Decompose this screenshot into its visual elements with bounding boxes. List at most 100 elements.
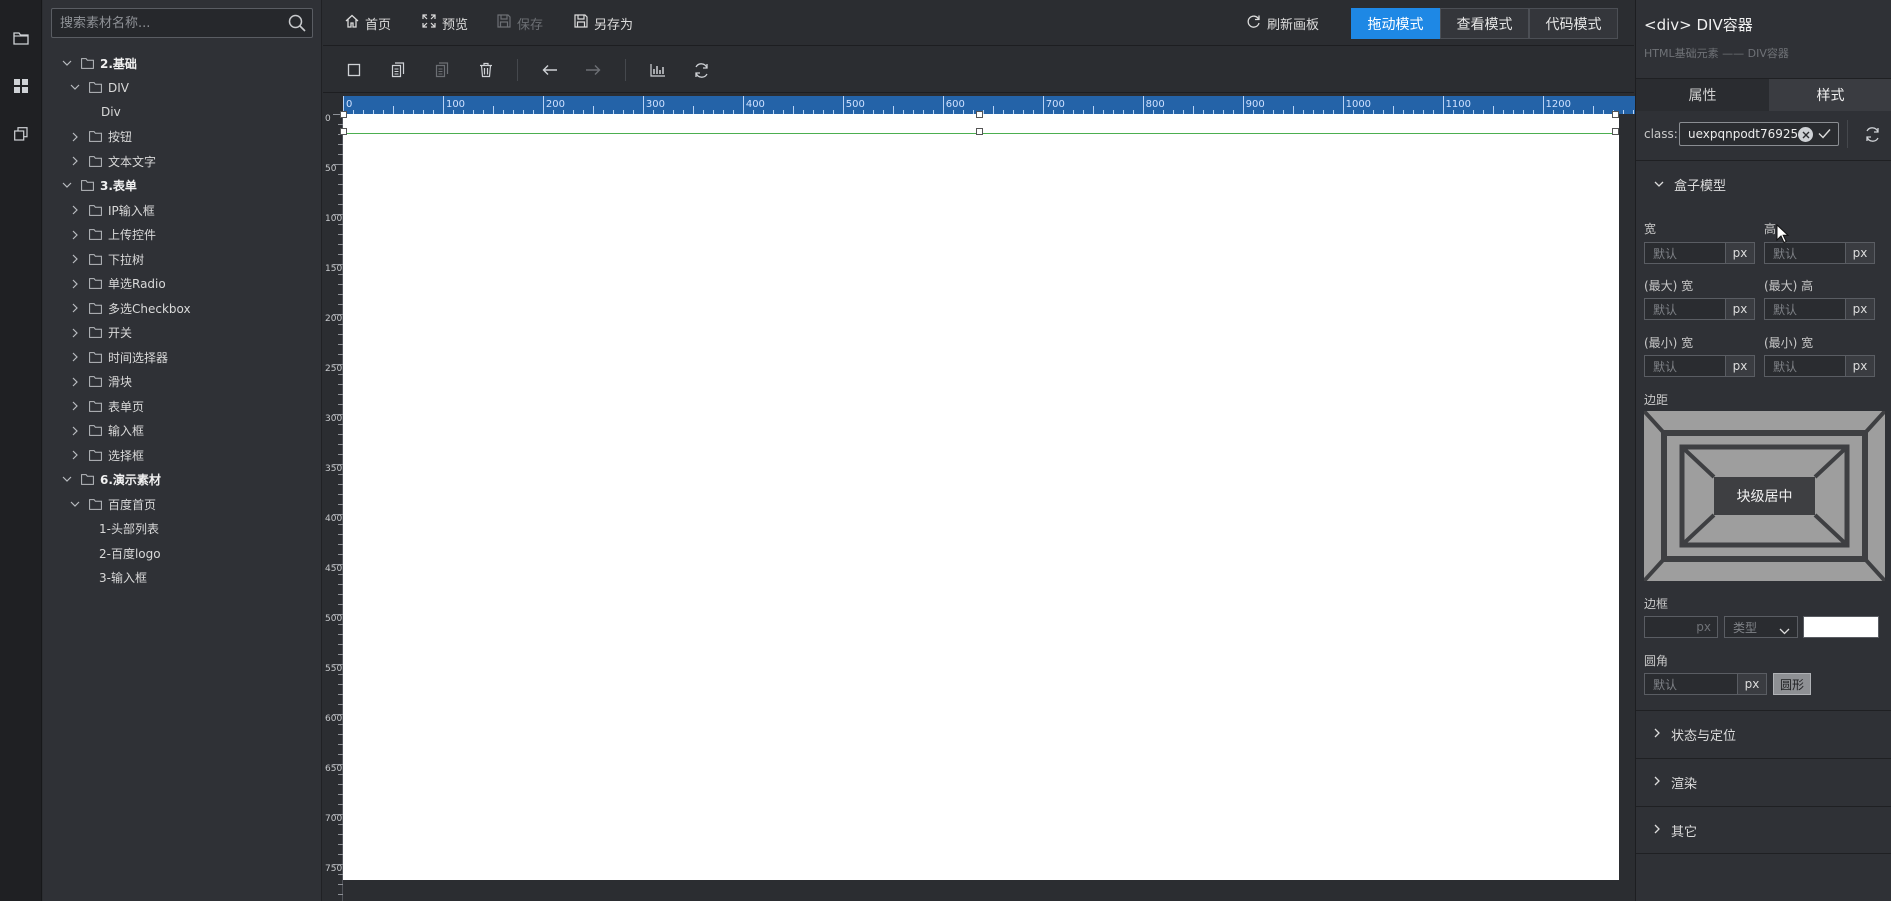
tab-style[interactable]: 样式	[1769, 79, 1891, 111]
chevron-down-icon[interactable]	[60, 179, 74, 193]
tree-folder-item[interactable]: 按钮	[68, 127, 132, 147]
tree-folder-item[interactable]: 多选Checkbox	[68, 298, 191, 318]
chevron-right-icon[interactable]	[68, 399, 82, 413]
width-input[interactable]: 默认	[1644, 242, 1726, 264]
min-width-unit[interactable]: px	[1725, 355, 1755, 377]
chevron-right-icon[interactable]	[68, 154, 82, 168]
chevron-right-icon[interactable]	[68, 375, 82, 389]
search-icon[interactable]	[288, 14, 306, 36]
tree-folder-item[interactable]: 开关	[68, 323, 132, 343]
resize-handle[interactable]	[340, 128, 347, 135]
tree-group[interactable]: 2.基础	[60, 53, 137, 73]
chart-icon[interactable]	[648, 60, 668, 80]
tree-folder-item[interactable]: 滑块	[68, 372, 132, 392]
width-unit[interactable]: px	[1725, 242, 1755, 264]
tree-folder-item[interactable]: 时间选择器	[68, 347, 168, 367]
clear-icon[interactable]	[1798, 127, 1813, 142]
tree-leaf-item[interactable]: 2-百度logo	[99, 543, 161, 563]
min-width-input[interactable]: 默认	[1644, 355, 1726, 377]
layers-icon[interactable]	[11, 124, 31, 144]
fullscreen-icon	[422, 14, 436, 32]
margin-padding-editor[interactable]: 块级居中	[1642, 409, 1887, 583]
tree-group[interactable]: 6.演示素材	[60, 470, 161, 490]
tree-folder-item[interactable]: 上传控件	[68, 225, 156, 245]
other-section[interactable]: 其它	[1636, 806, 1891, 854]
tree-leaf-item[interactable]: Div	[101, 102, 121, 122]
refresh-canvas-button[interactable]: 刷新画板	[1246, 12, 1319, 34]
square-icon[interactable]	[344, 60, 364, 80]
tree-folder-item[interactable]: 选择框	[68, 445, 144, 465]
refresh-icon[interactable]	[691, 60, 711, 80]
chevron-right-icon[interactable]	[68, 203, 82, 217]
search-input[interactable]	[52, 9, 280, 37]
chevron-right-icon[interactable]	[68, 228, 82, 242]
save-button[interactable]: 保存	[497, 12, 543, 34]
check-icon[interactable]	[1818, 128, 1831, 143]
tree-folder-item[interactable]: 文本文字	[68, 151, 156, 171]
center-block-button[interactable]: 块级居中	[1714, 477, 1815, 515]
refresh-class-icon[interactable]	[1864, 126, 1881, 147]
tree-folder-item[interactable]: 输入框	[68, 421, 144, 441]
tree-folder-item[interactable]: 下拉树	[68, 249, 144, 269]
chevron-right-icon[interactable]	[68, 130, 82, 144]
max-width-input[interactable]: 默认	[1644, 298, 1726, 320]
chevron-right-icon[interactable]	[68, 326, 82, 340]
tree-folder-item[interactable]: 单选Radio	[68, 274, 166, 294]
border-color-picker[interactable]	[1803, 616, 1879, 638]
preview-button[interactable]: 预览	[422, 12, 468, 34]
chevron-right-icon[interactable]	[68, 301, 82, 315]
class-tag-input[interactable]: uexpqnpodt76925(	[1679, 122, 1839, 146]
min-height-input[interactable]: 默认	[1764, 355, 1846, 377]
redo-arrow-icon[interactable]	[583, 60, 603, 80]
min-height-unit[interactable]: px	[1845, 355, 1875, 377]
grid-icon[interactable]	[11, 76, 31, 96]
height-unit[interactable]: px	[1845, 242, 1875, 264]
state-position-section[interactable]: 状态与定位	[1636, 710, 1891, 758]
undo-arrow-icon[interactable]	[540, 60, 560, 80]
resize-handle[interactable]	[976, 128, 983, 135]
chevron-down-icon[interactable]	[68, 81, 82, 95]
folder-icon[interactable]	[11, 28, 31, 48]
box-model-header[interactable]: 盒子模型	[1636, 160, 1891, 208]
chevron-down-icon[interactable]	[60, 473, 74, 487]
view-mode-button[interactable]: 查看模式	[1440, 8, 1529, 39]
circle-button[interactable]: 圆形	[1773, 673, 1811, 695]
tree-folder-item[interactable]: 百度首页	[68, 494, 156, 514]
paste-icon[interactable]	[432, 60, 452, 80]
max-height-input[interactable]: 默认	[1764, 298, 1846, 320]
tree-folder-item[interactable]: IP输入框	[68, 200, 155, 220]
tree-group[interactable]: 3.表单	[60, 176, 137, 196]
home-button[interactable]: 首页	[345, 12, 391, 34]
radius-input[interactable]: 默认	[1644, 673, 1738, 695]
trash-icon[interactable]	[476, 60, 496, 80]
tree-item-label: 表单页	[108, 399, 145, 414]
canvas-page[interactable]	[343, 114, 1619, 880]
radius-unit[interactable]: px	[1737, 673, 1767, 695]
tree-leaf-item[interactable]: 1-头部列表	[99, 519, 159, 539]
chevron-right-icon[interactable]	[68, 277, 82, 291]
copy-icon[interactable]	[388, 60, 408, 80]
chevron-down-icon[interactable]	[60, 56, 74, 70]
resize-handle[interactable]	[1612, 111, 1619, 118]
max-height-unit[interactable]: px	[1845, 298, 1875, 320]
tree-folder-item[interactable]: 表单页	[68, 396, 144, 416]
code-mode-button[interactable]: 代码模式	[1529, 8, 1618, 39]
chevron-right-icon[interactable]	[68, 424, 82, 438]
resize-handle[interactable]	[340, 111, 347, 118]
drag-mode-button[interactable]: 拖动模式	[1351, 8, 1440, 39]
chevron-right-icon[interactable]	[68, 252, 82, 266]
ruler-label: 1100	[1445, 99, 1471, 110]
chevron-right-icon[interactable]	[68, 350, 82, 364]
chevron-down-icon[interactable]	[68, 497, 82, 511]
max-width-unit[interactable]: px	[1725, 298, 1755, 320]
resize-handle[interactable]	[976, 111, 983, 118]
resize-handle[interactable]	[1612, 128, 1619, 135]
render-section[interactable]: 渲染	[1636, 758, 1891, 806]
chevron-right-icon[interactable]	[68, 448, 82, 462]
tree-folder-item[interactable]: DIV	[68, 78, 129, 98]
tab-props[interactable]: 属性	[1636, 79, 1769, 111]
border-type-select[interactable]: 类型	[1724, 616, 1798, 638]
tree-leaf-item[interactable]: 3-输入框	[99, 568, 147, 588]
border-width-input[interactable]: px	[1644, 616, 1718, 638]
save-as-button[interactable]: 另存为	[574, 12, 633, 34]
